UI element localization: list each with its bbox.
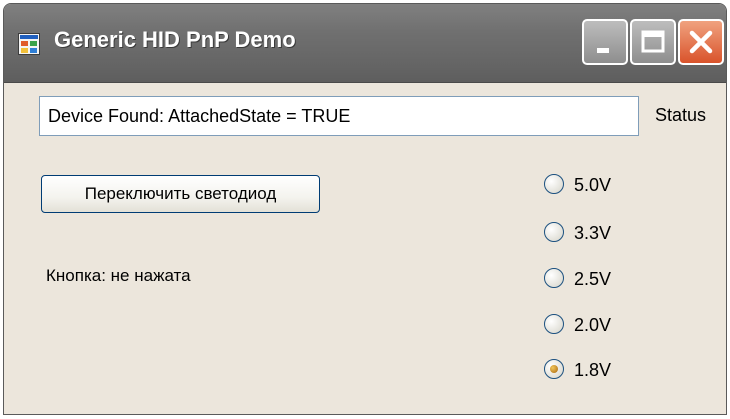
status-textbox[interactable]: Device Found: AttachedState = TRUE — [39, 96, 639, 136]
title-bar[interactable]: Generic HID PnP Demo — [4, 4, 726, 83]
radio-icon — [544, 359, 564, 379]
radio-label: 3.3V — [574, 223, 612, 243]
toggle-led-button[interactable]: Переключить светодиод — [41, 175, 320, 213]
radio-label: 2.5V — [574, 269, 612, 289]
radio-label: 2.0V — [574, 315, 612, 335]
radio-icon — [544, 222, 564, 242]
app-window-icon[interactable] — [18, 33, 40, 55]
status-label: Status — [655, 105, 707, 125]
main-window: Generic HID PnP Demo Device Found: Attac… — [3, 3, 727, 415]
window-title: Generic HID PnP Demo — [54, 27, 296, 52]
close-icon — [689, 30, 713, 54]
radio-icon — [544, 314, 564, 334]
button-state-label: Кнопка: не нажата — [46, 266, 191, 285]
maximize-icon — [641, 30, 665, 53]
radio-label: 5.0V — [574, 175, 612, 195]
radio-label: 1.8V — [574, 360, 612, 380]
maximize-button[interactable] — [630, 19, 676, 65]
minimize-icon — [597, 48, 609, 53]
radio-icon — [544, 268, 564, 288]
radio-icon — [544, 174, 564, 194]
minimize-button[interactable] — [582, 19, 628, 65]
close-button[interactable] — [678, 19, 724, 65]
